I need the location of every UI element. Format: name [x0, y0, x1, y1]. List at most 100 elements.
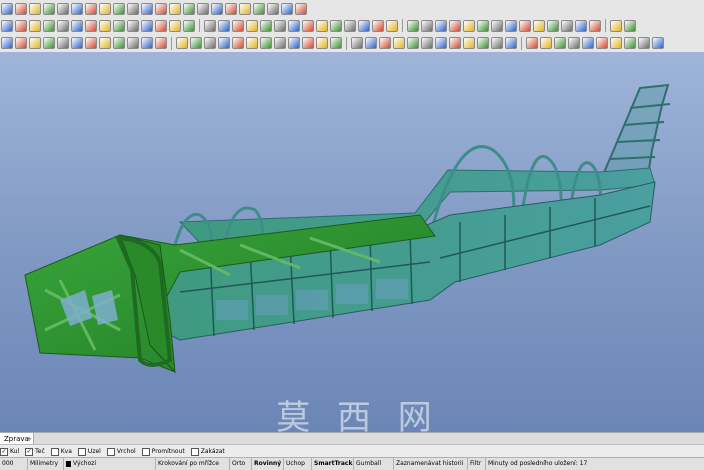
toolbar-row3-icon[interactable] — [379, 37, 391, 49]
checkbox[interactable] — [106, 447, 115, 456]
toolbar-row3-icon[interactable] — [176, 37, 188, 49]
toolbar-row2-icon[interactable] — [610, 19, 622, 32]
toolbar-row3-icon[interactable] — [365, 37, 377, 49]
toolbar-row1-icon[interactable] — [141, 2, 153, 15]
toolbar-row2-icon[interactable] — [43, 19, 55, 32]
toolbar-row2-icon[interactable] — [302, 19, 314, 32]
toolbar-row2-icon[interactable] — [204, 19, 216, 32]
toolbar-row3-icon[interactable] — [232, 37, 244, 49]
toolbar-row1-icon[interactable] — [197, 2, 209, 15]
toolbar-row2-icon[interactable] — [232, 19, 244, 32]
toolbar-row1-icon[interactable] — [57, 2, 69, 15]
toolbar-row3-icon[interactable] — [113, 37, 125, 49]
toolbar-row1-icon[interactable] — [253, 2, 265, 15]
toolbar-row3-icon[interactable] — [638, 37, 650, 49]
ortho-toggle[interactable]: Orto — [230, 458, 252, 470]
toolbar-row2-icon[interactable] — [519, 19, 531, 32]
record-history-toggle[interactable]: Zaznamenávat historii — [394, 458, 468, 470]
toolbar-row3-icon[interactable] — [29, 37, 41, 49]
toolbar-row3-icon[interactable] — [526, 37, 538, 49]
toolbar-row3-icon[interactable] — [463, 37, 475, 49]
toolbar-row3-icon[interactable] — [190, 37, 202, 49]
toolbar-row1-icon[interactable] — [113, 2, 125, 15]
units-display[interactable]: Milimetry — [28, 458, 64, 470]
toolbar-row2-icon[interactable] — [421, 19, 433, 32]
osnap-toggle[interactable]: Uchop — [284, 458, 312, 470]
toolbar-row2-icon[interactable] — [547, 19, 559, 32]
smarttrack-toggle[interactable]: SmartTrack — [312, 458, 354, 470]
toolbar-row3-icon[interactable] — [477, 37, 489, 49]
toolbar-row2-icon[interactable] — [155, 19, 167, 32]
toolbar-row3-icon[interactable] — [1, 37, 13, 49]
toolbar-row2-icon[interactable] — [71, 19, 83, 32]
toolbar-row2-icon[interactable] — [344, 19, 356, 32]
toolbar-row2-icon[interactable] — [407, 19, 419, 32]
toolbar-row3-icon[interactable] — [449, 37, 461, 49]
toolbar-row1-icon[interactable] — [295, 2, 307, 15]
toolbar-row2-icon[interactable] — [316, 19, 328, 32]
toolbar-row3-icon[interactable] — [43, 37, 55, 49]
planar-toggle[interactable]: Rovinný — [252, 458, 284, 470]
toolbar-row3-icon[interactable] — [204, 37, 216, 49]
toolbar-row2-icon[interactable] — [99, 19, 111, 32]
toolbar-row1-icon[interactable] — [225, 2, 237, 15]
toolbar-row2-icon[interactable] — [533, 19, 545, 32]
toolbar-row3-icon[interactable] — [505, 37, 517, 49]
toolbar-row3-icon[interactable] — [421, 37, 433, 49]
toolbar-row3-icon[interactable] — [288, 37, 300, 49]
toolbar-row2-icon[interactable] — [183, 19, 195, 32]
toolbar-row2-icon[interactable] — [169, 19, 181, 32]
toolbar-row2-icon[interactable] — [505, 19, 517, 32]
toolbar-row1-icon[interactable] — [43, 2, 55, 15]
toolbar-row2-icon[interactable] — [358, 19, 370, 32]
toolbar-row3-icon[interactable] — [302, 37, 314, 49]
toolbar-row3-icon[interactable] — [316, 37, 328, 49]
toolbar-row3-icon[interactable] — [246, 37, 258, 49]
toolbar-row3-icon[interactable] — [393, 37, 405, 49]
checkbox[interactable] — [77, 447, 86, 456]
toolbar-row2-icon[interactable] — [624, 19, 636, 32]
toolbar-row3-icon[interactable] — [610, 37, 622, 49]
toolbar-row3-icon[interactable] — [582, 37, 594, 49]
perspective-viewport[interactable] — [0, 52, 704, 432]
toolbar-row3-icon[interactable] — [491, 37, 503, 49]
toolbar-row1-icon[interactable] — [15, 2, 27, 15]
toolbar-row3-icon[interactable] — [127, 37, 139, 49]
toolbar-row3-icon[interactable] — [57, 37, 69, 49]
toolbar-row3-icon[interactable] — [652, 37, 664, 49]
toolbar-row2-icon[interactable] — [274, 19, 286, 32]
toolbar-row2-icon[interactable] — [15, 19, 27, 32]
toolbar-row3-icon[interactable] — [141, 37, 153, 49]
toolbar-row1-icon[interactable] — [239, 2, 251, 15]
toolbar-row3-icon[interactable] — [15, 37, 27, 49]
filter-toggle[interactable]: Filtr — [468, 458, 486, 470]
checkbox[interactable]: ✓ — [0, 447, 8, 456]
toolbar-row1-icon[interactable] — [85, 2, 97, 15]
toolbar-row3-icon[interactable] — [351, 37, 363, 49]
toolbar-row2-icon[interactable] — [57, 19, 69, 32]
toolbar-row3-icon[interactable] — [99, 37, 111, 49]
toolbar-row2-icon[interactable] — [113, 19, 125, 32]
toolbar-row2-icon[interactable] — [141, 19, 153, 32]
toolbar-row2-icon[interactable] — [463, 19, 475, 32]
toolbar-row2-icon[interactable] — [575, 19, 587, 32]
toolbar-row2-icon[interactable] — [477, 19, 489, 32]
grid-snap-toggle[interactable]: Krokování po mřížce — [156, 458, 230, 470]
toolbar-row2-icon[interactable] — [85, 19, 97, 32]
checkbox[interactable] — [50, 447, 59, 456]
toolbar-row2-icon[interactable] — [260, 19, 272, 32]
toolbar-row1-icon[interactable] — [183, 2, 195, 15]
toolbar-row3-icon[interactable] — [260, 37, 272, 49]
toolbar-row2-icon[interactable] — [449, 19, 461, 32]
toolbar-row1-icon[interactable] — [71, 2, 83, 15]
toolbar-row3-icon[interactable] — [71, 37, 83, 49]
toolbar-row1-icon[interactable] — [267, 2, 279, 15]
toolbar-row2-icon[interactable] — [246, 19, 258, 32]
toolbar-row2-icon[interactable] — [386, 19, 398, 32]
checkbox[interactable] — [190, 447, 199, 456]
toolbar-row2-icon[interactable] — [561, 19, 573, 32]
toolbar-row3-icon[interactable] — [568, 37, 580, 49]
toolbar-row1-icon[interactable] — [1, 2, 13, 15]
toolbar-row1-icon[interactable] — [281, 2, 293, 15]
toolbar-row3-icon[interactable] — [330, 37, 342, 49]
